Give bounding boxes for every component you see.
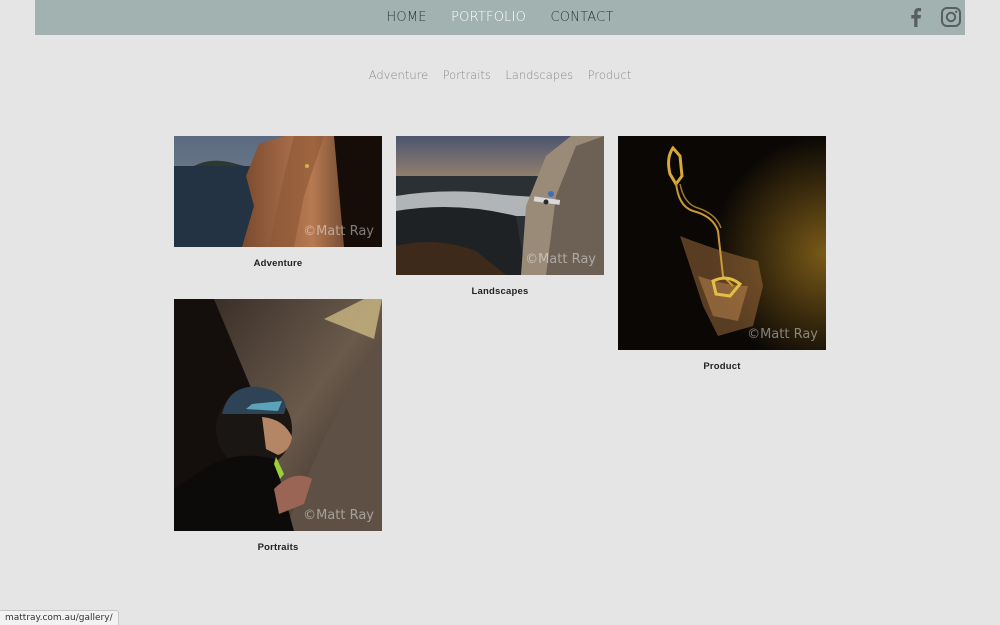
- main-nav: HOME PORTFOLIO CONTACT: [35, 0, 965, 35]
- gallery-item-adventure[interactable]: ©Matt Ray Adventure: [174, 136, 382, 269]
- adventure-photo[interactable]: ©Matt Ray: [174, 136, 382, 247]
- nav-portfolio[interactable]: PORTFOLIO: [451, 0, 526, 35]
- filter-landscapes[interactable]: Landscapes: [505, 68, 573, 82]
- watermark: ©Matt Ray: [747, 327, 818, 342]
- browser-status-bar: mattray.com.au/gallery/: [0, 610, 119, 625]
- nav-contact[interactable]: CONTACT: [551, 0, 614, 35]
- gallery-caption[interactable]: Landscapes: [396, 286, 604, 297]
- filter-adventure[interactable]: Adventure: [369, 68, 428, 82]
- gallery-caption[interactable]: Adventure: [174, 258, 382, 269]
- watermark: ©Matt Ray: [525, 252, 596, 267]
- filter-product[interactable]: Product: [588, 68, 632, 82]
- product-photo[interactable]: ©Matt Ray: [618, 136, 826, 350]
- gallery-caption[interactable]: Portraits: [174, 542, 382, 553]
- top-nav-bar: HOME PORTFOLIO CONTACT: [35, 0, 965, 35]
- instagram-icon[interactable]: [940, 6, 962, 28]
- gallery-item-landscapes[interactable]: ©Matt Ray Landscapes: [396, 136, 604, 297]
- nav-home[interactable]: HOME: [386, 0, 426, 35]
- filter-portraits[interactable]: Portraits: [443, 68, 491, 82]
- gallery-filter-nav: Adventure Portraits Landscapes Product: [0, 66, 1000, 84]
- portraits-photo[interactable]: ©Matt Ray: [174, 299, 382, 531]
- landscapes-photo[interactable]: ©Matt Ray: [396, 136, 604, 275]
- gallery-item-portraits[interactable]: ©Matt Ray Portraits: [174, 299, 382, 553]
- gallery-caption[interactable]: Product: [618, 361, 826, 372]
- gallery-item-product[interactable]: ©Matt Ray Product: [618, 136, 826, 372]
- facebook-icon[interactable]: [905, 6, 927, 28]
- watermark: ©Matt Ray: [303, 224, 374, 239]
- watermark: ©Matt Ray: [303, 508, 374, 523]
